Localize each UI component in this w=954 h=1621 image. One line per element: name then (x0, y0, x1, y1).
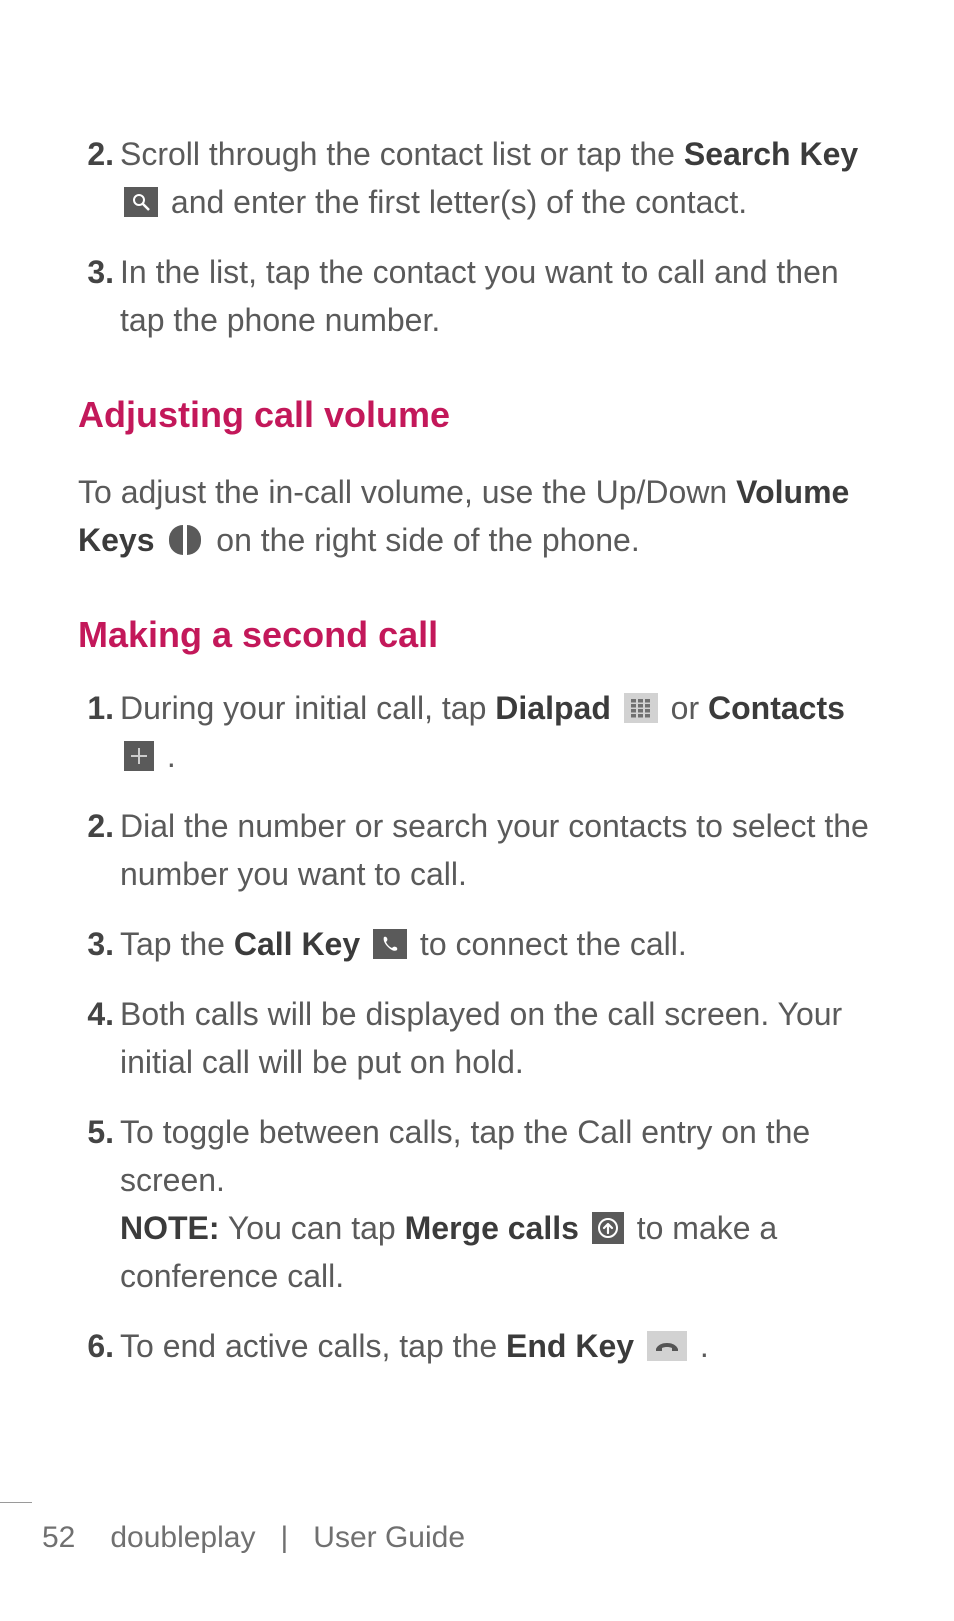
list-item: 6.To end active calls, tap the End Key . (78, 1322, 876, 1370)
volume-keys-icon (167, 524, 203, 556)
step-number: 1. (78, 684, 120, 780)
page-footer: 52 doubleplay | User Guide (0, 1502, 954, 1555)
step-number: 3. (78, 248, 120, 344)
section-heading-volume: Adjusting call volume (78, 394, 876, 436)
dialpad-icon (624, 693, 658, 723)
list-item: 2.Dial the number or search your contact… (78, 802, 876, 898)
section-heading-second-call: Making a second call (78, 614, 876, 656)
footer-separator: | (280, 1521, 288, 1554)
page-number: 52 (42, 1521, 102, 1555)
list-item: 3. In the list, tap the contact you want… (78, 248, 876, 344)
guide-label: User Guide (313, 1521, 465, 1554)
step-number: 2. (78, 130, 120, 226)
list-item: 1.During your initial call, tap Dialpad … (78, 684, 876, 780)
step-number: 3. (78, 920, 120, 968)
second-call-steps: 1.During your initial call, tap Dialpad … (78, 684, 876, 1370)
step-text: Scroll through the contact list or tap t… (120, 130, 876, 226)
footer-text: 52 doubleplay | User Guide (0, 1521, 954, 1555)
step-text: To end active calls, tap the End Key . (120, 1322, 876, 1370)
step-number: 2. (78, 802, 120, 898)
step-text: Dial the number or search your contacts … (120, 802, 876, 898)
list-item: 4.Both calls will be displayed on the ca… (78, 990, 876, 1086)
step-text: In the list, tap the contact you want to… (120, 248, 876, 344)
merge-calls-icon (592, 1212, 624, 1244)
step-number: 5. (78, 1108, 120, 1300)
search-icon (124, 187, 158, 217)
step-text: During your initial call, tap Dialpad or… (120, 684, 876, 780)
document-page: 2. Scroll through the contact list or ta… (0, 0, 954, 1621)
volume-paragraph: To adjust the in-call volume, use the Up… (78, 468, 876, 564)
product-name: doubleplay (110, 1521, 255, 1554)
call-icon (373, 929, 407, 959)
step-text: Both calls will be displayed on the call… (120, 990, 876, 1086)
list-item: 3.Tap the Call Key to connect the call. (78, 920, 876, 968)
list-item: 2. Scroll through the contact list or ta… (78, 130, 876, 226)
step-text: Tap the Call Key to connect the call. (120, 920, 876, 968)
end-call-icon (647, 1331, 687, 1361)
step-number: 6. (78, 1322, 120, 1370)
contact-call-steps: 2. Scroll through the contact list or ta… (78, 130, 876, 344)
footer-rule (0, 1502, 32, 1503)
contacts-icon (124, 741, 154, 771)
step-number: 4. (78, 990, 120, 1086)
list-item: 5.To toggle between calls, tap the Call … (78, 1108, 876, 1300)
step-text: To toggle between calls, tap the Call en… (120, 1108, 876, 1300)
